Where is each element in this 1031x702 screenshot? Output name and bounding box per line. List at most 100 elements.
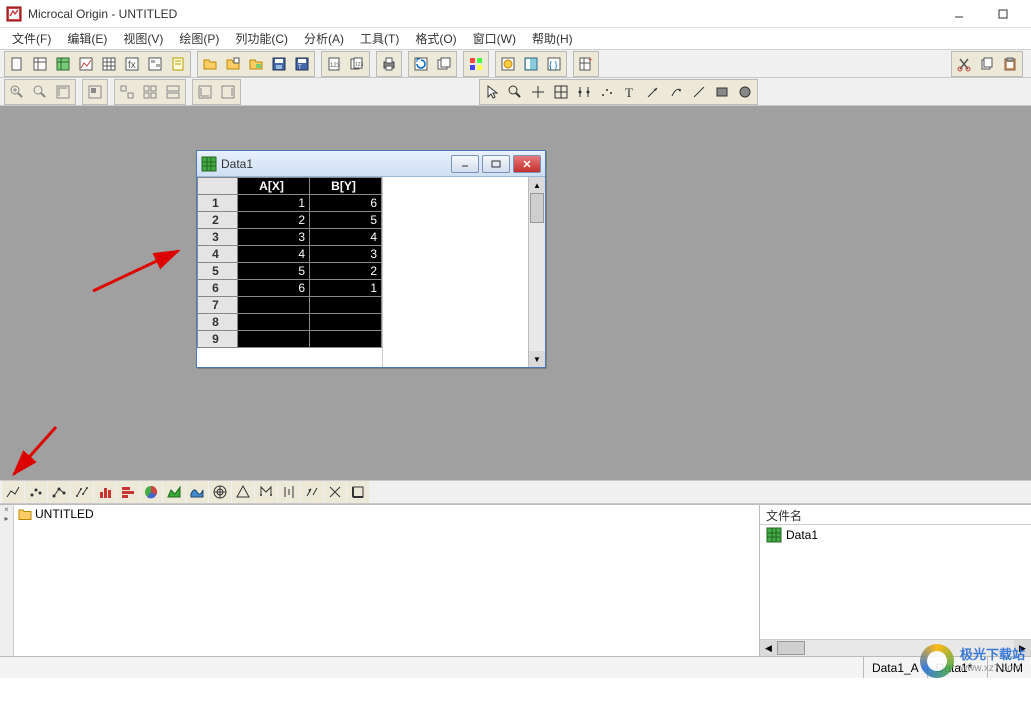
line-plot-button[interactable] [2,481,24,503]
new-excel-button[interactable] [52,53,74,75]
menu-plot[interactable]: 绘图(P) [171,28,227,49]
column-plot-button[interactable] [94,481,116,503]
maximize-button[interactable] [981,0,1025,28]
zoom-out-button[interactable] [29,81,51,103]
panel-handle[interactable]: ×▸ [0,505,14,656]
worksheet-grid[interactable]: A[X] B[Y] 116 225 334 443 552 661 7 8 9 [197,177,382,367]
new-matrix-button[interactable] [98,53,120,75]
print-button[interactable] [378,53,400,75]
open-button[interactable] [199,53,221,75]
zoom-in-button[interactable] [6,81,28,103]
menu-tools[interactable]: 工具(T) [352,28,407,49]
cell[interactable] [310,314,382,331]
cell[interactable] [310,297,382,314]
row-header[interactable]: 7 [198,297,238,314]
line-symbol-plot-button[interactable] [48,481,70,503]
results-log-button[interactable] [497,53,519,75]
scroll-thumb[interactable] [777,641,805,655]
ternary-plot-button[interactable] [232,481,254,503]
menu-column[interactable]: 列功能(C) [227,28,296,49]
cell[interactable]: 2 [310,263,382,280]
row-header[interactable]: 8 [198,314,238,331]
row-header[interactable]: 5 [198,263,238,280]
circle-tool-button[interactable] [734,81,756,103]
row-header[interactable]: 3 [198,229,238,246]
worksheet-minimize-button[interactable] [451,155,479,173]
screen-reader-button[interactable] [527,81,549,103]
row-header[interactable]: 6 [198,280,238,297]
duplicate-button[interactable] [433,53,455,75]
cell[interactable]: 5 [310,212,382,229]
add-column-button[interactable]: + [575,53,597,75]
menu-format[interactable]: 格式(O) [407,28,464,49]
box-chart-button[interactable] [324,481,346,503]
extract-layers-button[interactable] [116,81,138,103]
arrange-layers-button[interactable] [162,81,184,103]
scroll-up-icon[interactable]: ▲ [529,177,545,193]
minimize-button[interactable] [937,0,981,28]
pointer-tool-button[interactable] [481,81,503,103]
two-point-segment-button[interactable] [71,481,93,503]
copy-button[interactable] [976,53,998,75]
new-graph-button[interactable] [75,53,97,75]
code-builder-button[interactable]: { } [543,53,565,75]
menu-analysis[interactable]: 分析(A) [296,28,352,49]
line-tool-button[interactable] [688,81,710,103]
bar-plot-button[interactable] [117,481,139,503]
new-function-button[interactable]: fx [121,53,143,75]
column-header-b[interactable]: B[Y] [310,178,382,195]
polar-plot-button[interactable] [209,481,231,503]
draw-data-button[interactable] [596,81,618,103]
worksheet-titlebar[interactable]: Data1 [197,151,545,177]
high-low-close-button[interactable] [278,481,300,503]
import-multi-button[interactable]: 123 [346,53,368,75]
row-header[interactable]: 1 [198,195,238,212]
worksheet-close-button[interactable] [513,155,541,173]
cell[interactable] [238,331,310,348]
add-right-y-button[interactable] [217,81,239,103]
scroll-down-icon[interactable]: ▼ [529,351,545,367]
cell[interactable]: 6 [238,280,310,297]
pie-plot-button[interactable] [140,481,162,503]
new-notes-button[interactable] [167,53,189,75]
menu-help[interactable]: 帮助(H) [524,28,581,49]
save-project-button[interactable] [268,53,290,75]
close-panel-icon[interactable]: × [4,505,9,514]
scroll-right-icon[interactable]: ▶ [1014,640,1031,656]
project-explorer-button[interactable] [520,53,542,75]
data-reader-button[interactable] [550,81,572,103]
paste-button[interactable] [999,53,1021,75]
menu-view[interactable]: 视图(V) [115,28,171,49]
import-ascii-button[interactable]: 123 [323,53,345,75]
arrow-tool-button[interactable] [642,81,664,103]
menu-window[interactable]: 窗口(W) [465,28,524,49]
smith-chart-button[interactable] [255,481,277,503]
rectangle-tool-button[interactable] [711,81,733,103]
row-header[interactable]: 9 [198,331,238,348]
merge-layers-button[interactable] [139,81,161,103]
worksheet-maximize-button[interactable] [482,155,510,173]
worksheet-corner[interactable] [198,178,238,195]
cell[interactable]: 6 [310,195,382,212]
cell[interactable] [238,314,310,331]
fill-area-button[interactable] [186,481,208,503]
new-project-button[interactable] [6,53,28,75]
column-header-a[interactable]: A[X] [238,178,310,195]
save-template-button[interactable]: T [291,53,313,75]
refresh-button[interactable] [410,53,432,75]
cell[interactable]: 2 [238,212,310,229]
open-excel-button[interactable] [245,53,267,75]
file-list-item[interactable]: Data1 [760,525,1031,545]
text-tool-button[interactable]: T [619,81,641,103]
cell[interactable]: 4 [238,246,310,263]
curved-arrow-button[interactable] [665,81,687,103]
scatter-plot-button[interactable] [25,481,47,503]
cell[interactable]: 3 [310,246,382,263]
vector-plot-button[interactable] [301,481,323,503]
menu-file[interactable]: 文件(F) [4,28,59,49]
scroll-thumb[interactable] [530,193,544,223]
new-color-button[interactable] [465,53,487,75]
new-worksheet-button[interactable] [29,53,51,75]
cell[interactable] [238,297,310,314]
zoom-tool-button[interactable] [504,81,526,103]
